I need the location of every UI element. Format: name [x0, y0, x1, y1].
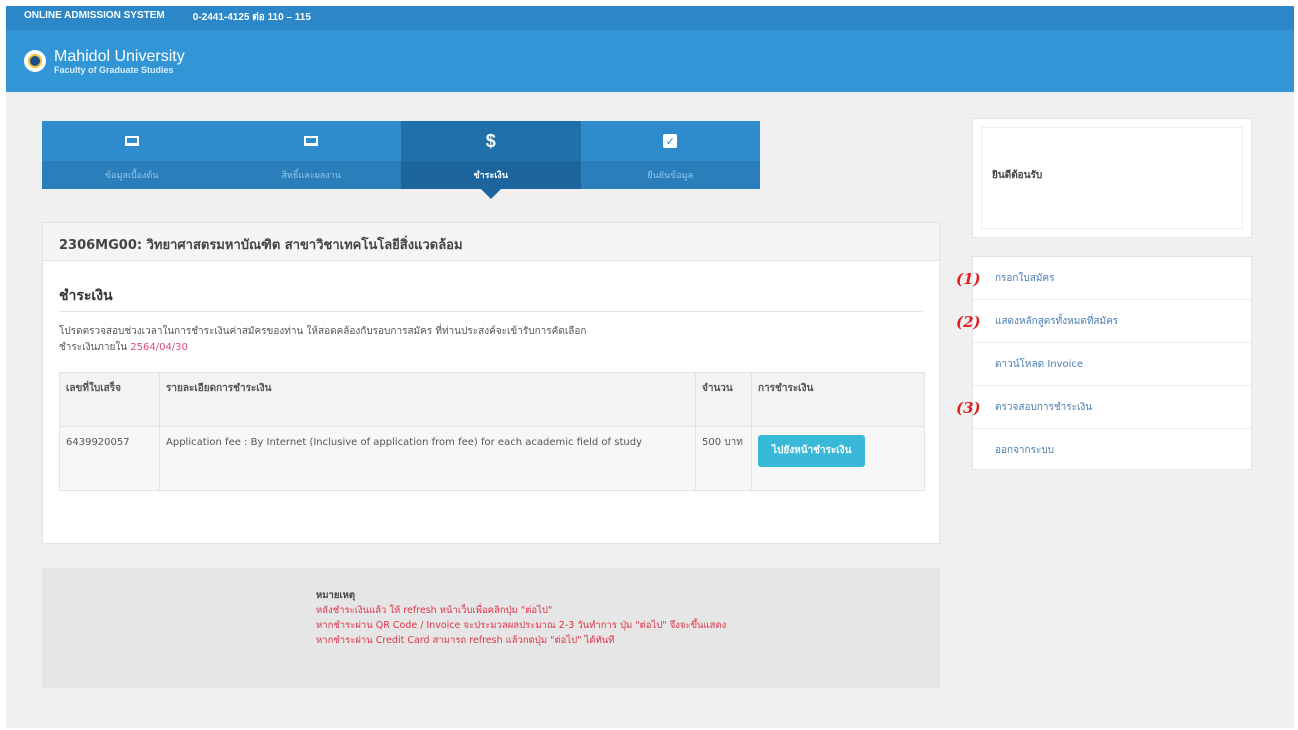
col-detail: รายละเอียดการชำระเงิน	[159, 372, 696, 427]
page: ONLINE ADMISSION SYSTEM 0-2441-4125 ต่อ …	[6, 6, 1294, 728]
laptop-icon	[124, 136, 139, 146]
deadline-label: ชำระเงินภายใน	[59, 342, 128, 353]
receipt-number: 6439920057	[59, 426, 160, 491]
payment-detail: Application fee : By Internet (Inclusive…	[159, 426, 696, 491]
brand[interactable]: Mahidol University Faculty of Graduate S…	[54, 48, 185, 75]
note-title: หมายเหตุ	[316, 590, 356, 601]
step-confirm[interactable]: ✓ ยืนยันข้อมูล	[580, 121, 760, 189]
contact-phone: 0-2441-4125 ต่อ 110 – 115	[192, 12, 311, 23]
welcome-text: ยินดีต้อนรับ	[981, 127, 1243, 229]
step-label: สิทธิ์และผลงาน	[221, 161, 401, 189]
note-line: หากชำระผ่าน Credit Card สามารถ refresh แ…	[316, 635, 615, 646]
description-text: โปรดตรวจสอบช่วงเวลาในการชำระเงินค่าสมัคร…	[59, 326, 587, 337]
annotation-mark: (1)	[956, 270, 981, 288]
progress-steps: ข้อมูลเบื้องต้น สิทธิ์และผลงาน $ ชำระเงิ…	[42, 121, 760, 199]
col-payment: การชำระเงิน	[751, 372, 925, 427]
step-label: ชำระเงิน	[401, 161, 581, 189]
menu-item-programs[interactable]: แสดงหลักสูตรทั้งหมดที่สมัคร	[973, 300, 1251, 343]
top-bar: ONLINE ADMISSION SYSTEM 0-2441-4125 ต่อ …	[6, 6, 1294, 30]
col-amount: จำนวน	[695, 372, 752, 427]
note-line: หลังชำระเงินแล้ว ให้ refresh หน้าเว็บเพื…	[316, 605, 553, 616]
menu-item-logout[interactable]: ออกจากระบบ	[973, 429, 1251, 472]
laptop-icon	[304, 136, 319, 146]
step-label: ยืนยันข้อมูล	[580, 161, 760, 189]
note-line: หากชำระผ่าน QR Code / Invoice จะประมวลผล…	[316, 620, 727, 631]
payment-amount: 500 บาท	[695, 426, 752, 491]
step-payment[interactable]: $ ชำระเงิน	[401, 121, 581, 199]
table-row: 6439920057 Application fee : By Internet…	[59, 426, 925, 491]
note-box: หมายเหตุ หลังชำระเงินแล้ว ให้ refresh หน…	[42, 568, 940, 688]
step-label: ข้อมูลเบื้องต้น	[42, 161, 222, 189]
dollar-icon: $	[485, 130, 496, 151]
payment-card: 2306MG00: วิทยาศาสตรมหาบัณฑิต สาขาวิชาเท…	[42, 222, 940, 544]
col-receipt: เลขที่ใบเสร็จ	[59, 372, 160, 427]
menu-item-apply[interactable]: กรอกใบสมัคร	[973, 257, 1251, 300]
welcome-panel: ยินดีต้อนรับ	[972, 118, 1252, 238]
payment-description: โปรดตรวจสอบช่วงเวลาในการชำระเงินค่าสมัคร…	[59, 324, 923, 356]
step-rights[interactable]: สิทธิ์และผลงาน	[221, 121, 401, 189]
annotation-mark: (2)	[956, 313, 981, 331]
program-title: 2306MG00: วิทยาศาสตรมหาบัณฑิต สาขาวิชาเท…	[43, 223, 939, 261]
annotation-mark: (3)	[956, 399, 981, 417]
step-basic-info[interactable]: ข้อมูลเบื้องต้น	[42, 121, 222, 189]
side-menu: กรอกใบสมัคร แสดงหลักสูตรทั้งหมดที่สมัคร …	[972, 256, 1252, 470]
payment-table: เลขที่ใบเสร็จ รายละเอียดการชำระเงิน จำนว…	[59, 372, 925, 491]
university-logo-icon[interactable]	[24, 50, 46, 72]
deadline-date: 2564/04/30	[130, 342, 188, 353]
site-header: Mahidol University Faculty of Graduate S…	[6, 30, 1294, 92]
brand-subtitle: Faculty of Graduate Studies	[54, 64, 174, 75]
brand-name: Mahidol University	[54, 47, 185, 65]
checkbox-icon: ✓	[663, 134, 678, 148]
go-to-payment-button[interactable]: ไปยังหน้าชำระเงิน	[758, 435, 866, 467]
menu-item-download-invoice[interactable]: ดาวน์โหลด Invoice	[973, 343, 1251, 386]
system-name: ONLINE ADMISSION SYSTEM	[24, 10, 165, 21]
section-title: ชำระเงิน	[59, 285, 923, 312]
table-header-row: เลขที่ใบเสร็จ รายละเอียดการชำระเงิน จำนว…	[59, 372, 925, 427]
menu-item-check-payment[interactable]: ตรวจสอบการชำระเงิน	[973, 386, 1251, 429]
